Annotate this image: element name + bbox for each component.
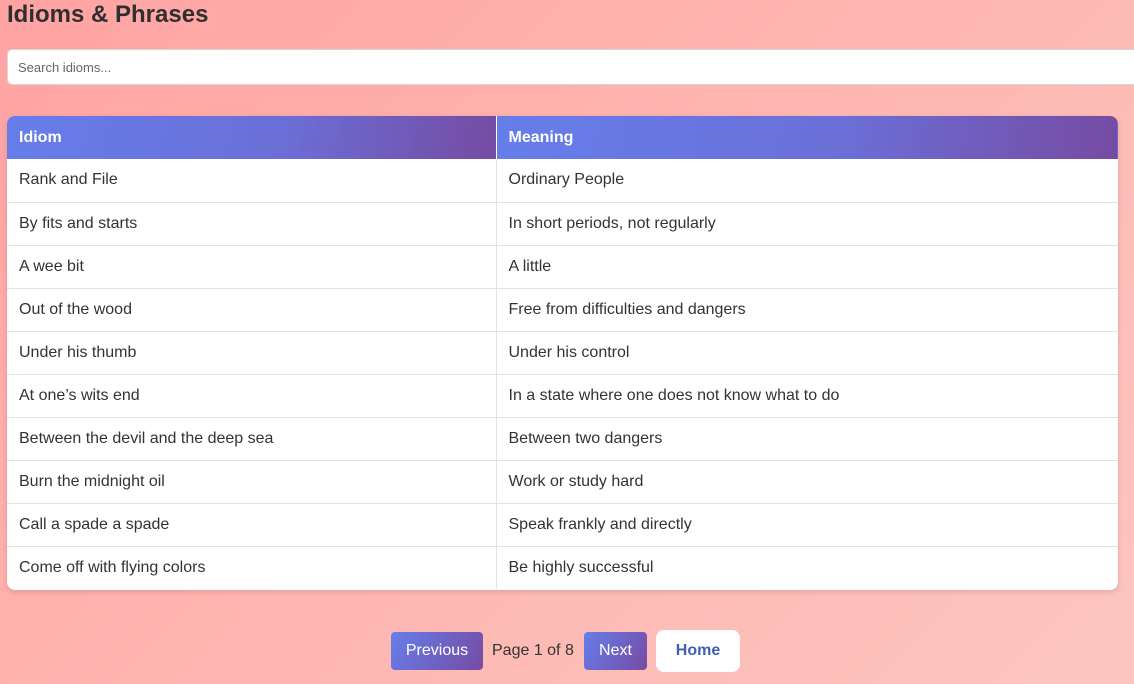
idiom-cell: Come off with flying colors bbox=[7, 545, 497, 589]
meaning-cell: In a state where one does not know what … bbox=[496, 373, 1118, 417]
meaning-cell: Under his control bbox=[496, 330, 1118, 374]
idiom-cell: Under his thumb bbox=[7, 330, 497, 374]
page-indicator: Page 1 of 8 bbox=[492, 642, 574, 659]
table-row: Under his thumb Under his control bbox=[7, 330, 1118, 374]
table-row: Burn the midnight oil Work or study hard bbox=[7, 459, 1118, 503]
column-header-idiom: Idiom bbox=[7, 116, 497, 159]
meaning-cell: Be highly successful bbox=[496, 545, 1118, 589]
next-button[interactable]: Next bbox=[584, 632, 647, 670]
table-row: At one’s wits end In a state where one do… bbox=[7, 373, 1118, 417]
idiom-cell: Rank and File bbox=[7, 159, 497, 202]
idiom-cell: Out of the wood bbox=[7, 287, 497, 331]
idioms-table: Idiom Meaning Rank and File Ordinary Peop… bbox=[7, 116, 1118, 589]
table-row: Rank and File Ordinary People bbox=[7, 159, 1118, 202]
table-header: Idiom Meaning bbox=[7, 116, 1118, 159]
column-header-meaning: Meaning bbox=[496, 116, 1118, 159]
pagination: Previous Page 1 of 8 Next Home bbox=[0, 630, 1134, 672]
idiom-cell: By fits and starts bbox=[7, 201, 497, 245]
table-row: Come off with flying colors Be highly suc… bbox=[7, 545, 1118, 589]
previous-button[interactable]: Previous bbox=[391, 632, 483, 670]
idioms-table-card: Idiom Meaning Rank and File Ordinary Peop… bbox=[7, 116, 1118, 590]
idiom-cell: Burn the midnight oil bbox=[7, 459, 497, 503]
meaning-cell: Ordinary People bbox=[508, 171, 625, 189]
meaning-cell: In short periods, not regularly bbox=[496, 201, 1118, 245]
idiom-cell: Call a spade a spade bbox=[7, 502, 497, 546]
table-body: Rank and File Ordinary People By fits and … bbox=[7, 159, 1118, 589]
page-title: Idioms & Phrases bbox=[7, 1, 209, 28]
meaning-cell: Free from difficulties and dangers bbox=[496, 287, 1118, 331]
table-row: Between the devil and the deep sea Betwee… bbox=[7, 416, 1118, 460]
home-button[interactable]: Home bbox=[656, 630, 740, 672]
table-row: A wee bit A little bbox=[7, 244, 1118, 288]
search-input[interactable] bbox=[7, 49, 1134, 85]
table-header-row: Idiom Meaning bbox=[7, 116, 1118, 159]
table-row: Out of the wood Free from difficulties an… bbox=[7, 287, 1118, 331]
idiom-cell: At one’s wits end bbox=[7, 373, 497, 417]
idiom-cell: Between the devil and the deep sea bbox=[7, 416, 497, 460]
idiom-cell: A wee bit bbox=[7, 244, 497, 288]
table-row: Call a spade a spade Speak frankly and di… bbox=[7, 502, 1118, 546]
table-row: By fits and starts In short periods, not … bbox=[7, 201, 1118, 245]
meaning-cell: A little bbox=[496, 244, 1118, 288]
meaning-cell: Work or study hard bbox=[496, 459, 1118, 503]
meaning-cell: Between two dangers bbox=[496, 416, 1118, 460]
meaning-cell: Speak frankly and directly bbox=[496, 502, 1118, 546]
